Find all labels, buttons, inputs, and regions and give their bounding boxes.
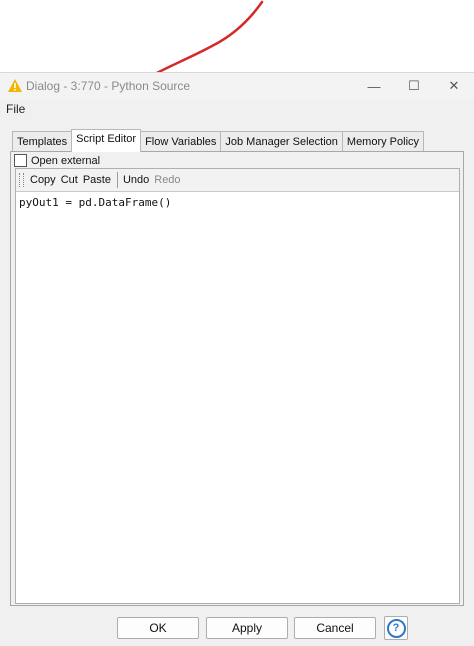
- maximize-button[interactable]: ☐: [396, 73, 432, 99]
- paste-button[interactable]: Paste: [83, 174, 111, 186]
- undo-button[interactable]: Undo: [123, 174, 149, 186]
- close-icon: ✕: [448, 78, 460, 93]
- ok-button[interactable]: OK: [117, 617, 199, 639]
- cut-button[interactable]: Cut: [61, 174, 78, 186]
- code-text-area[interactable]: pyOut1 = pd.DataFrame(): [19, 196, 171, 209]
- minimize-icon: —: [367, 78, 381, 94]
- tab-memory-policy[interactable]: Memory Policy: [341, 131, 425, 152]
- help-button[interactable]: ?: [384, 616, 408, 640]
- tab-job-manager-selection[interactable]: Job Manager Selection: [220, 131, 343, 152]
- dialog-window: Dialog - 3:770 - Python Source — ☐ ✕ Fil…: [0, 72, 474, 646]
- maximize-icon: ☐: [408, 78, 420, 93]
- toolbar-separator: [116, 172, 118, 188]
- code-editor-frame: Copy Cut Paste Undo Redo pyOut1 = pd.Dat…: [15, 168, 460, 604]
- cancel-button[interactable]: Cancel: [294, 617, 376, 639]
- toolbar-grip-icon[interactable]: [19, 173, 24, 187]
- script-editor-panel: Open external Copy Cut Paste Undo Redo p…: [10, 151, 464, 606]
- window-title: Dialog - 3:770 - Python Source: [26, 79, 191, 93]
- open-external-option[interactable]: Open external: [14, 154, 100, 167]
- redo-button[interactable]: Redo: [154, 174, 180, 186]
- tab-script-editor[interactable]: Script Editor: [71, 129, 142, 152]
- apply-button[interactable]: Apply: [206, 617, 288, 639]
- tab-templates[interactable]: Templates: [12, 131, 73, 152]
- menu-file[interactable]: File: [6, 102, 25, 116]
- open-external-checkbox[interactable]: [14, 154, 27, 167]
- tab-strip: Templates Script Editor Flow Variables J…: [12, 129, 425, 152]
- copy-button[interactable]: Copy: [30, 174, 56, 186]
- title-bar[interactable]: Dialog - 3:770 - Python Source — ☐ ✕: [0, 73, 474, 99]
- warning-triangle-icon: [8, 79, 22, 92]
- menu-bar: File: [0, 99, 474, 119]
- help-icon: ?: [386, 618, 406, 638]
- close-button[interactable]: ✕: [436, 73, 472, 99]
- minimize-button[interactable]: —: [356, 73, 392, 99]
- tab-flow-variables[interactable]: Flow Variables: [140, 131, 222, 152]
- open-external-label: Open external: [31, 154, 101, 167]
- editor-toolbar: Copy Cut Paste Undo Redo: [16, 169, 459, 192]
